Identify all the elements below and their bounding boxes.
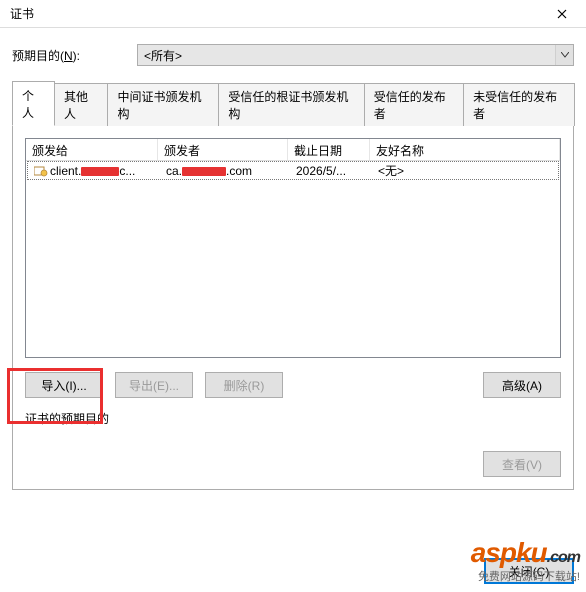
- list-row[interactable]: client.c... ca..com 2026/5/... <无>: [27, 161, 559, 180]
- list-header: 颁发给 颁发者 截止日期 友好名称: [26, 139, 560, 161]
- tab-personal[interactable]: 个人: [12, 81, 55, 126]
- close-button[interactable]: 关闭(C): [484, 558, 574, 584]
- purpose-select[interactable]: <所有>: [137, 44, 574, 66]
- cert-purpose-section-label: 证书的预期目的: [25, 410, 561, 427]
- tab-trusted-root-ca[interactable]: 受信任的根证书颁发机构: [218, 83, 364, 126]
- close-icon: [557, 9, 567, 19]
- window-close-button[interactable]: [546, 3, 578, 25]
- view-button[interactable]: 查看(V): [483, 451, 561, 477]
- dialog-bottom-row: 关闭(C): [484, 558, 574, 584]
- purpose-row: 预期目的(N): <所有>: [12, 44, 574, 66]
- tab-other-people[interactable]: 其他人: [54, 83, 108, 126]
- tab-panel: 颁发给 颁发者 截止日期 友好名称 client.c... ca..com 20…: [12, 126, 574, 490]
- col-issued-by[interactable]: 颁发者: [158, 139, 288, 160]
- dialog-content: 预期目的(N): <所有> 个人 其他人 中间证书颁发机构 受信任的根证书颁发机…: [0, 28, 586, 498]
- export-button[interactable]: 导出(E)...: [115, 372, 193, 398]
- window-title: 证书: [10, 5, 34, 22]
- certificate-icon: [34, 165, 48, 177]
- delete-button[interactable]: 删除(R): [205, 372, 283, 398]
- tab-intermediate-ca[interactable]: 中间证书颁发机构: [107, 83, 219, 126]
- purpose-select-value: <所有>: [144, 47, 182, 64]
- cell-friendly-name: <无>: [372, 159, 558, 182]
- tab-strip: 个人 其他人 中间证书颁发机构 受信任的根证书颁发机构 受信任的发布者 未受信任…: [12, 80, 574, 126]
- cell-issued-by: ca..com: [160, 161, 290, 181]
- view-button-row: 查看(V): [25, 451, 561, 477]
- cell-expiration: 2026/5/...: [290, 161, 372, 181]
- col-issued-to[interactable]: 颁发给: [26, 139, 158, 160]
- list-body: client.c... ca..com 2026/5/... <无>: [26, 161, 560, 357]
- cell-issued-to: client.c...: [28, 161, 160, 181]
- certificate-list[interactable]: 颁发给 颁发者 截止日期 友好名称 client.c... ca..com 20…: [25, 138, 561, 358]
- col-expiration[interactable]: 截止日期: [288, 139, 370, 160]
- purpose-label: 预期目的(N):: [12, 47, 137, 64]
- tab-trusted-publishers[interactable]: 受信任的发布者: [364, 83, 464, 126]
- col-friendly-name[interactable]: 友好名称: [370, 139, 560, 160]
- import-button[interactable]: 导入(I)...: [25, 372, 103, 398]
- actions-row: 导入(I)... 导出(E)... 删除(R) 高级(A): [25, 372, 561, 398]
- chevron-down-icon: [555, 45, 573, 65]
- advanced-button[interactable]: 高级(A): [483, 372, 561, 398]
- tab-untrusted-publishers[interactable]: 未受信任的发布者: [463, 83, 575, 126]
- titlebar: 证书: [0, 0, 586, 28]
